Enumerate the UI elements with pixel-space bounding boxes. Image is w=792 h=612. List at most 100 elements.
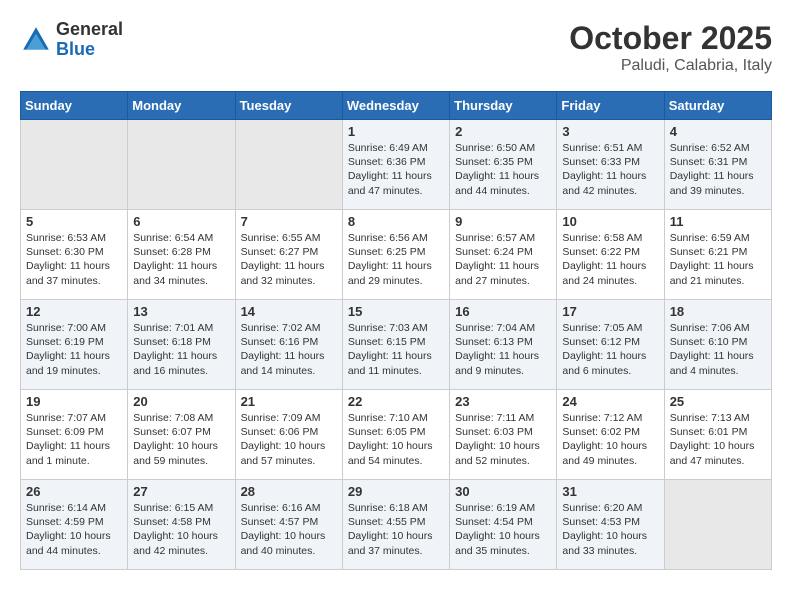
day-info: Sunrise: 7:00 AM Sunset: 6:19 PM Dayligh…	[26, 321, 122, 378]
day-number: 20	[133, 394, 229, 409]
day-info: Sunrise: 6:15 AM Sunset: 4:58 PM Dayligh…	[133, 501, 229, 558]
calendar-cell: 8 Sunrise: 6:56 AM Sunset: 6:25 PM Daylig…	[342, 210, 449, 300]
day-number: 13	[133, 304, 229, 319]
calendar-cell: 1 Sunrise: 6:49 AM Sunset: 6:36 PM Daylig…	[342, 120, 449, 210]
day-info: Sunrise: 7:08 AM Sunset: 6:07 PM Dayligh…	[133, 411, 229, 468]
logo: General Blue	[20, 20, 123, 60]
calendar-cell: 3 Sunrise: 6:51 AM Sunset: 6:33 PM Daylig…	[557, 120, 664, 210]
weekday-header: Wednesday	[342, 92, 449, 120]
day-number: 4	[670, 124, 766, 139]
day-info: Sunrise: 6:59 AM Sunset: 6:21 PM Dayligh…	[670, 231, 766, 288]
day-number: 28	[241, 484, 337, 499]
day-number: 11	[670, 214, 766, 229]
weekday-header: Sunday	[21, 92, 128, 120]
day-number: 3	[562, 124, 658, 139]
calendar-cell: 14Sunrise: 7:02 AM Sunset: 6:16 PM Dayli…	[235, 300, 342, 390]
day-number: 2	[455, 124, 551, 139]
calendar-cell: 21 Sunrise: 7:09 AM Sunset: 6:06 PM Dayli…	[235, 390, 342, 480]
weekday-header: Thursday	[450, 92, 557, 120]
calendar-week-row: 12 Sunrise: 7:00 AM Sunset: 6:19 PM Dayli…	[21, 300, 772, 390]
calendar-week-row: 26Sunrise: 6:14 AM Sunset: 4:59 PM Dayli…	[21, 480, 772, 570]
logo-general: General	[56, 19, 123, 39]
day-info: Sunrise: 7:03 AM Sunset: 6:15 PM Dayligh…	[348, 321, 444, 378]
day-number: 30	[455, 484, 551, 499]
calendar-cell: 23Sunrise: 7:11 AM Sunset: 6:03 PM Dayli…	[450, 390, 557, 480]
day-info: Sunrise: 6:54 AM Sunset: 6:28 PM Dayligh…	[133, 231, 229, 288]
day-info: Sunrise: 6:18 AM Sunset: 4:55 PM Dayligh…	[348, 501, 444, 558]
month-title: October 2025	[569, 20, 772, 57]
page-header: General Blue October 2025 Paludi, Calabr…	[20, 20, 772, 75]
day-number: 9	[455, 214, 551, 229]
day-info: Sunrise: 7:06 AM Sunset: 6:10 PM Dayligh…	[670, 321, 766, 378]
weekday-header: Tuesday	[235, 92, 342, 120]
day-number: 22	[348, 394, 444, 409]
day-number: 29	[348, 484, 444, 499]
location-title: Paludi, Calabria, Italy	[569, 57, 772, 75]
calendar-cell: 9 Sunrise: 6:57 AM Sunset: 6:24 PM Daylig…	[450, 210, 557, 300]
day-info: Sunrise: 7:01 AM Sunset: 6:18 PM Dayligh…	[133, 321, 229, 378]
calendar-cell: 31 Sunrise: 6:20 AM Sunset: 4:53 PM Dayli…	[557, 480, 664, 570]
calendar-week-row: 1 Sunrise: 6:49 AM Sunset: 6:36 PM Daylig…	[21, 120, 772, 210]
day-number: 25	[670, 394, 766, 409]
calendar-cell: 29 Sunrise: 6:18 AM Sunset: 4:55 PM Dayli…	[342, 480, 449, 570]
day-info: Sunrise: 7:09 AM Sunset: 6:06 PM Dayligh…	[241, 411, 337, 468]
calendar-cell	[21, 120, 128, 210]
calendar-cell: 10 Sunrise: 6:58 AM Sunset: 6:22 PM Dayli…	[557, 210, 664, 300]
day-number: 10	[562, 214, 658, 229]
calendar-cell: 13 Sunrise: 7:01 AM Sunset: 6:18 PM Dayli…	[128, 300, 235, 390]
day-number: 19	[26, 394, 122, 409]
day-number: 31	[562, 484, 658, 499]
calendar-cell: 26Sunrise: 6:14 AM Sunset: 4:59 PM Dayli…	[21, 480, 128, 570]
calendar-week-row: 19 Sunrise: 7:07 AM Sunset: 6:09 PM Dayli…	[21, 390, 772, 480]
day-info: Sunrise: 7:07 AM Sunset: 6:09 PM Dayligh…	[26, 411, 122, 468]
day-info: Sunrise: 6:14 AM Sunset: 4:59 PM Dayligh…	[26, 501, 122, 558]
day-info: Sunrise: 6:50 AM Sunset: 6:35 PM Dayligh…	[455, 141, 551, 198]
calendar-cell: 6Sunrise: 6:54 AM Sunset: 6:28 PM Daylig…	[128, 210, 235, 300]
calendar-cell: 24 Sunrise: 7:12 AM Sunset: 6:02 PM Dayli…	[557, 390, 664, 480]
day-number: 14	[241, 304, 337, 319]
logo-icon	[20, 24, 52, 56]
day-info: Sunrise: 6:51 AM Sunset: 6:33 PM Dayligh…	[562, 141, 658, 198]
day-info: Sunrise: 6:16 AM Sunset: 4:57 PM Dayligh…	[241, 501, 337, 558]
day-number: 5	[26, 214, 122, 229]
calendar-table: SundayMondayTuesdayWednesdayThursdayFrid…	[20, 91, 772, 570]
title-block: October 2025 Paludi, Calabria, Italy	[569, 20, 772, 75]
calendar-cell: 19 Sunrise: 7:07 AM Sunset: 6:09 PM Dayli…	[21, 390, 128, 480]
day-number: 7	[241, 214, 337, 229]
calendar-cell: 27 Sunrise: 6:15 AM Sunset: 4:58 PM Dayli…	[128, 480, 235, 570]
calendar-cell: 12 Sunrise: 7:00 AM Sunset: 6:19 PM Dayli…	[21, 300, 128, 390]
calendar-cell: 22 Sunrise: 7:10 AM Sunset: 6:05 PM Dayli…	[342, 390, 449, 480]
day-info: Sunrise: 7:13 AM Sunset: 6:01 PM Dayligh…	[670, 411, 766, 468]
day-number: 23	[455, 394, 551, 409]
day-info: Sunrise: 7:12 AM Sunset: 6:02 PM Dayligh…	[562, 411, 658, 468]
calendar-cell: 20 Sunrise: 7:08 AM Sunset: 6:07 PM Dayli…	[128, 390, 235, 480]
calendar-cell: 4 Sunrise: 6:52 AM Sunset: 6:31 PM Daylig…	[664, 120, 771, 210]
day-info: Sunrise: 7:10 AM Sunset: 6:05 PM Dayligh…	[348, 411, 444, 468]
day-number: 27	[133, 484, 229, 499]
day-info: Sunrise: 6:49 AM Sunset: 6:36 PM Dayligh…	[348, 141, 444, 198]
calendar-week-row: 5Sunrise: 6:53 AM Sunset: 6:30 PM Daylig…	[21, 210, 772, 300]
day-number: 16	[455, 304, 551, 319]
day-number: 1	[348, 124, 444, 139]
day-number: 24	[562, 394, 658, 409]
weekday-header: Friday	[557, 92, 664, 120]
calendar-cell: 17Sunrise: 7:05 AM Sunset: 6:12 PM Dayli…	[557, 300, 664, 390]
day-number: 8	[348, 214, 444, 229]
day-info: Sunrise: 6:58 AM Sunset: 6:22 PM Dayligh…	[562, 231, 658, 288]
day-number: 12	[26, 304, 122, 319]
weekday-header-row: SundayMondayTuesdayWednesdayThursdayFrid…	[21, 92, 772, 120]
day-number: 17	[562, 304, 658, 319]
day-number: 15	[348, 304, 444, 319]
weekday-header: Monday	[128, 92, 235, 120]
calendar-cell: 18Sunrise: 7:06 AM Sunset: 6:10 PM Dayli…	[664, 300, 771, 390]
day-info: Sunrise: 7:04 AM Sunset: 6:13 PM Dayligh…	[455, 321, 551, 378]
calendar-cell: 25 Sunrise: 7:13 AM Sunset: 6:01 PM Dayli…	[664, 390, 771, 480]
day-info: Sunrise: 6:57 AM Sunset: 6:24 PM Dayligh…	[455, 231, 551, 288]
calendar-cell	[664, 480, 771, 570]
day-number: 21	[241, 394, 337, 409]
day-info: Sunrise: 6:52 AM Sunset: 6:31 PM Dayligh…	[670, 141, 766, 198]
calendar-cell: 30 Sunrise: 6:19 AM Sunset: 4:54 PM Dayli…	[450, 480, 557, 570]
day-info: Sunrise: 6:56 AM Sunset: 6:25 PM Dayligh…	[348, 231, 444, 288]
day-info: Sunrise: 6:20 AM Sunset: 4:53 PM Dayligh…	[562, 501, 658, 558]
day-info: Sunrise: 6:19 AM Sunset: 4:54 PM Dayligh…	[455, 501, 551, 558]
